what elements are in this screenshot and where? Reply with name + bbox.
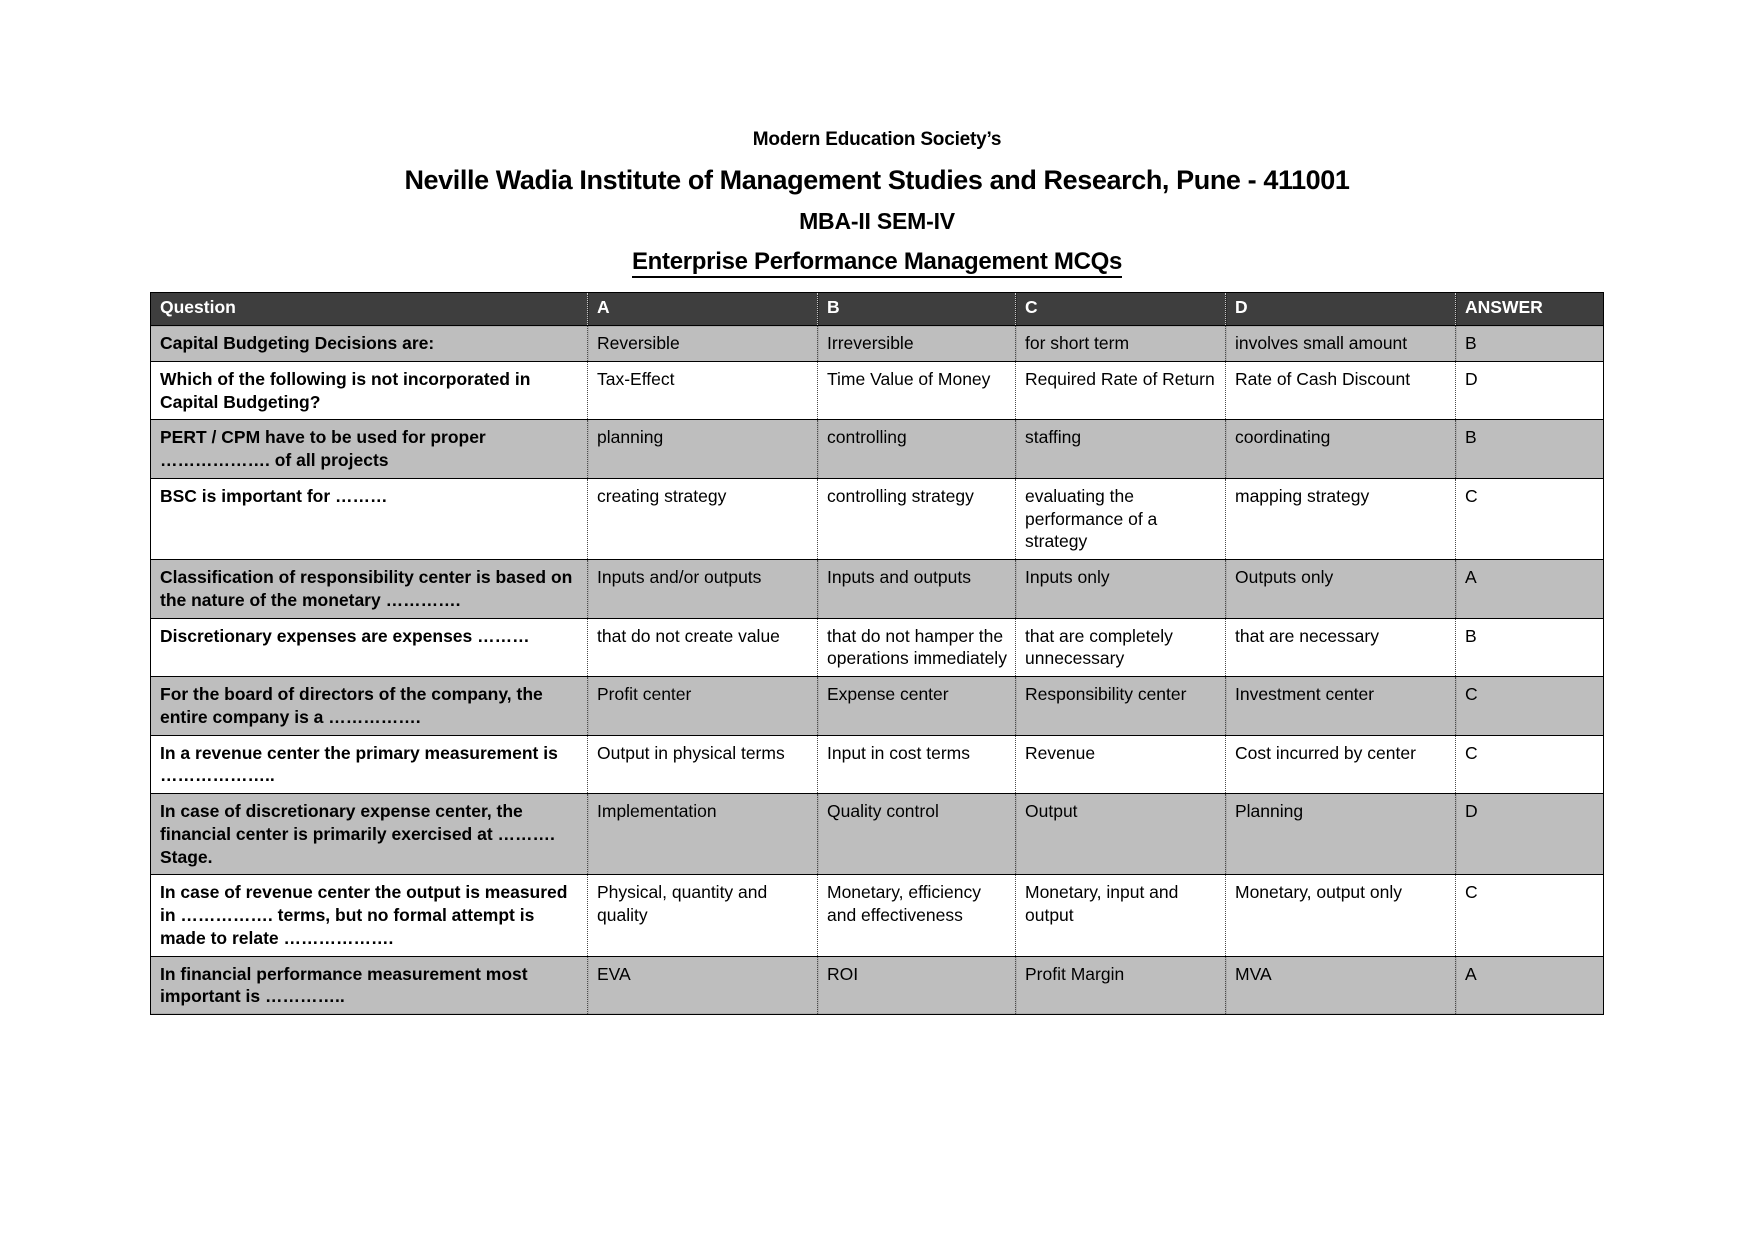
table-row: Which of the following is not incorporat…: [150, 360, 1604, 420]
option-b-cell: controlling: [817, 419, 1016, 479]
question-cell: In financial performance measurement mos…: [150, 955, 588, 1015]
option-c-cell: Required Rate of Return: [1015, 360, 1226, 420]
option-a-cell: that do not create value: [587, 617, 818, 677]
answer-cell: C: [1455, 874, 1604, 956]
question-cell: Capital Budgeting Decisions are:: [151, 326, 588, 362]
option-d-cell: Rate of Cash Discount: [1225, 360, 1456, 420]
table-body: Capital Budgeting Decisions are: Reversib…: [150, 325, 1604, 1015]
option-b-cell: that do not hamper the operations immedi…: [817, 617, 1016, 677]
program-name: MBA-II SEM-IV: [799, 208, 955, 235]
option-a-cell: Physical, quantity and quality: [587, 874, 818, 956]
column-header-c: C: [1015, 292, 1226, 326]
option-c-cell: that are completely unnecessary: [1015, 617, 1226, 677]
option-a-cell: Profit center: [587, 676, 818, 735]
answer-cell: A: [1455, 559, 1604, 618]
option-b-cell: ROI: [817, 955, 1016, 1015]
table-row: In case of revenue center the output is …: [150, 874, 1604, 956]
option-a-cell: planning: [587, 419, 818, 479]
option-c-cell: evaluating the performance of a strategy: [1015, 477, 1226, 560]
option-d-cell: MVA: [1225, 955, 1456, 1015]
option-a-cell: Implementation: [587, 792, 818, 875]
option-c-cell: Responsibility center: [1015, 676, 1226, 735]
question-cell: Classification of responsibility center …: [150, 559, 588, 618]
column-header-d: D: [1225, 292, 1456, 326]
mcq-table: Question A B C D ANSWER Capital Budgetin…: [150, 292, 1604, 1015]
option-d-cell: Planning: [1225, 792, 1456, 875]
column-header-a: A: [587, 292, 818, 326]
question-cell: PERT / CPM have to be used for proper ………: [150, 419, 588, 479]
answer-cell: B: [1455, 419, 1604, 479]
option-d-cell: coordinating: [1225, 419, 1456, 479]
institute-name: Neville Wadia Institute of Management St…: [404, 164, 1350, 195]
table-row: Capital Budgeting Decisions are: Reversib…: [151, 325, 1604, 362]
answer-cell: B: [1455, 617, 1604, 677]
table-header-row: Question A B C D ANSWER: [150, 292, 1604, 326]
option-a-cell: creating strategy: [587, 477, 818, 560]
answer-cell: B: [1455, 325, 1604, 362]
answer-cell: A: [1455, 955, 1604, 1015]
table-row: In case of discretionary expense center,…: [150, 792, 1604, 875]
table-row: In a revenue center the primary measurem…: [150, 734, 1604, 794]
document-heading: Modern Education Society’s Neville Wadia…: [0, 0, 1754, 278]
subject-title: Enterprise Performance Management MCQs: [0, 247, 1754, 278]
table-row: PERT / CPM have to be used for proper ………: [150, 419, 1604, 479]
mcq-table-container: Question A B C D ANSWER Capital Budgetin…: [150, 292, 1604, 1015]
option-c-cell: Revenue: [1015, 734, 1226, 794]
table-header: Question A B C D ANSWER: [150, 292, 1604, 326]
option-d-cell: mapping strategy: [1225, 477, 1456, 560]
option-c-cell: staffing: [1015, 419, 1226, 479]
option-d-cell: involves small amount: [1225, 325, 1456, 362]
table-row: Classification of responsibility center …: [150, 559, 1604, 618]
option-c-cell: Inputs only: [1015, 559, 1226, 618]
table-row: For the board of directors of the compan…: [150, 676, 1604, 735]
table-row: Discretionary expenses are expenses ……… t…: [150, 617, 1604, 677]
organization-name: Modern Education Society’s: [752, 129, 1002, 150]
option-d-cell: Monetary, output only: [1225, 874, 1456, 956]
option-a-cell: Tax-Effect: [587, 360, 818, 420]
option-b-cell: Time Value of Money: [817, 360, 1016, 420]
option-a-cell: EVA: [587, 955, 818, 1015]
option-b-cell: Expense center: [817, 676, 1016, 735]
option-a-cell: Reversible: [587, 325, 818, 362]
question-cell: In case of discretionary expense center,…: [150, 792, 588, 875]
option-d-cell: Investment center: [1225, 676, 1456, 735]
question-cell: Which of the following is not incorporat…: [150, 360, 588, 420]
option-c-cell: for short term: [1015, 325, 1226, 362]
option-b-cell: Irreversible: [817, 325, 1016, 362]
column-header-answer: ANSWER: [1455, 292, 1604, 326]
answer-cell: C: [1455, 477, 1604, 560]
option-b-cell: Monetary, efficiency and effectiveness: [817, 874, 1016, 956]
question-cell: In case of revenue center the output is …: [150, 874, 588, 956]
table-row: In financial performance measurement mos…: [150, 955, 1604, 1015]
option-b-cell: Quality control: [817, 792, 1016, 875]
option-a-cell: Output in physical terms: [587, 734, 818, 794]
answer-cell: C: [1455, 676, 1604, 735]
answer-cell: D: [1455, 792, 1604, 875]
option-d-cell: that are necessary: [1225, 617, 1456, 677]
question-cell: Discretionary expenses are expenses ………: [150, 617, 588, 677]
subject-title-text: Enterprise Performance Management MCQs: [631, 247, 1122, 278]
document-page: Modern Education Society’s Neville Wadia…: [0, 0, 1754, 1240]
option-a-cell: Inputs and/or outputs: [587, 559, 818, 618]
question-cell: For the board of directors of the compan…: [150, 676, 588, 735]
option-b-cell: controlling strategy: [817, 477, 1016, 560]
question-cell: BSC is important for ………: [150, 477, 588, 560]
option-c-cell: Output: [1015, 792, 1226, 875]
option-d-cell: Cost incurred by center: [1225, 734, 1456, 794]
answer-cell: C: [1455, 734, 1604, 794]
table-row: BSC is important for ……… creating strateg…: [150, 477, 1604, 560]
option-b-cell: Input in cost terms: [817, 734, 1016, 794]
answer-cell: D: [1455, 360, 1604, 420]
column-header-b: B: [817, 292, 1016, 326]
column-header-question: Question: [150, 292, 588, 326]
option-c-cell: Monetary, input and output: [1015, 874, 1226, 956]
option-b-cell: Inputs and outputs: [817, 559, 1016, 618]
option-d-cell: Outputs only: [1225, 559, 1456, 618]
option-c-cell: Profit Margin: [1015, 955, 1226, 1015]
question-cell: In a revenue center the primary measurem…: [150, 734, 588, 794]
